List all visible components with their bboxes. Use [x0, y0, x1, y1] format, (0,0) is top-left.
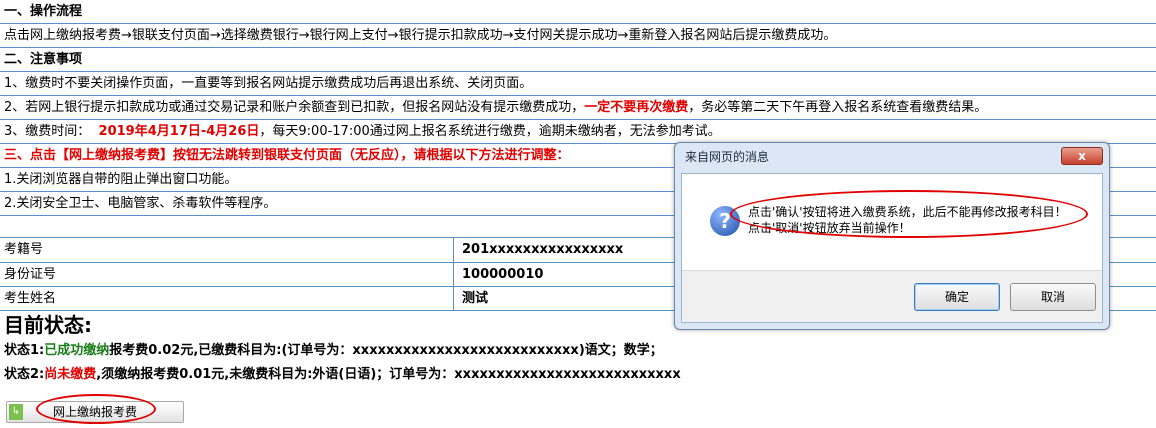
- exam-id-label: 考籍号: [0, 238, 454, 262]
- status-1: 状态1:已成功缴纳报考费0.02元,已缴费科目为:(订单号为：xxxxxxxxx…: [0, 339, 1156, 363]
- close-icon: x: [1078, 149, 1086, 163]
- dialog-title: 来自网页的消息: [685, 150, 770, 164]
- dialog-footer: 确定 取消: [682, 270, 1102, 322]
- exam-id-value: 201xxxxxxxxxxxxxxxx: [462, 242, 624, 257]
- note-2: 2、若网上银行提示扣款成功或通过交易记录和账户余额查到已扣款，但报名网站没有提示…: [0, 96, 1156, 120]
- status-1-label: 状态1:: [4, 343, 45, 358]
- flow-text: 点击网上缴纳报考费→银联支付页面→选择缴费银行→银行网上支付→银行提示扣款成功→…: [0, 24, 1156, 48]
- note-1: 1、缴费时不要关闭操作页面，一直要等到报名网站提示缴费成功后再退出系统、关闭页面…: [0, 72, 1156, 96]
- note-2-post: ，务必等第二天下午再登入报名系统查看缴费结果。: [688, 100, 988, 115]
- status-2-unpaid: 尚未缴费: [44, 367, 97, 382]
- student-name-value: 测试: [462, 291, 489, 306]
- arrow-icon: ↳: [9, 404, 23, 420]
- status-1-detail: 报考费0.02元,已缴费科目为:(订单号为：xxxxxxxxxxxxxxxxxx…: [109, 343, 663, 358]
- dialog-body: ? 点击'确认'按钮将进入缴费系统，此后不能再修改报考科目！ 点击'取消'按钮放…: [681, 173, 1103, 323]
- status-2-detail: ,须缴纳报考费0.01元,未缴费科目为:外语(日语)；订单号为：xxxxxxxx…: [96, 367, 681, 382]
- note-3: 3、缴费时间： 2019年4月17日-4月26日，每天9:00-17:00通过网…: [0, 120, 1156, 144]
- student-name-label: 考生姓名: [0, 287, 454, 310]
- status-2-label: 状态2:: [4, 367, 45, 382]
- status-2: 状态2:尚未缴费,须缴纳报考费0.01元,未缴费科目为:外语(日语)；订单号为：…: [0, 363, 1156, 387]
- flow-title: 一、操作流程: [0, 0, 1156, 24]
- close-button[interactable]: x: [1061, 147, 1103, 165]
- notes-title: 二、注意事项: [0, 48, 1156, 72]
- confirm-dialog: 来自网页的消息 x ? 点击'确认'按钮将进入缴费系统，此后不能再修改报考科目！…: [674, 142, 1110, 330]
- cancel-button[interactable]: 取消: [1010, 283, 1096, 311]
- id-card-label: 身份证号: [0, 263, 454, 286]
- note-3-post: ，每天9:00-17:00通过网上报名系统进行缴费，逾期未缴纳者，无法参加考试。: [259, 124, 721, 139]
- note-2-pre: 2、若网上银行提示扣款成功或通过交易记录和账户余额查到已扣款，但报名网站没有提示…: [4, 100, 585, 115]
- note-2-warning: 一定不要再次缴费: [584, 100, 689, 115]
- id-card-value: 100000010: [462, 267, 544, 282]
- note-3-date: 2019年4月17日-4月26日: [98, 124, 260, 139]
- ok-button[interactable]: 确定: [914, 283, 1000, 311]
- note-3-pre: 3、缴费时间：: [4, 124, 91, 139]
- message-highlight-ellipse: [730, 190, 1088, 238]
- status-1-paid: 已成功缴纳: [44, 343, 110, 358]
- highlight-ellipse: [36, 394, 156, 424]
